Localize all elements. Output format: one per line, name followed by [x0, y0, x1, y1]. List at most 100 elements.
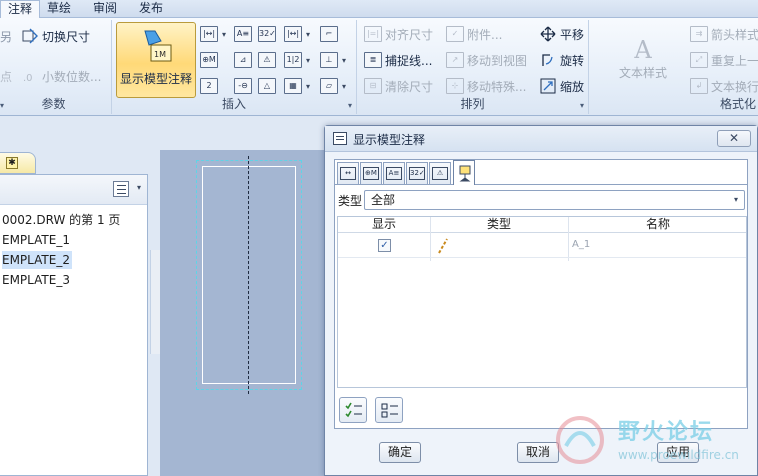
ordinate-dimension-icon: |↔|: [284, 26, 302, 42]
center-axis-line: [248, 156, 249, 394]
ordinate-baseline-button[interactable]: 1|2 ▾: [284, 50, 310, 70]
select-all-icon: [345, 402, 363, 423]
align-dimension-button[interactable]: |=| 对齐尺寸: [364, 24, 433, 44]
apply-button[interactable]: 应用: [657, 442, 699, 463]
chevron-down-icon[interactable]: ▾: [137, 183, 141, 192]
text-wrap-icon: ↲: [690, 78, 708, 94]
rotate-button[interactable]: 旋转: [540, 50, 584, 70]
move-special-icon: ⊹: [446, 78, 464, 94]
tree-item-template-1[interactable]: EMPLATE_1: [2, 231, 70, 249]
tab-geometric-tolerances[interactable]: ⊕M: [360, 162, 382, 184]
tab-symbols[interactable]: ⚠: [429, 162, 451, 184]
surface-finish-icon: 32✓: [258, 26, 276, 42]
datum-feature-button[interactable]: ⊿: [234, 50, 255, 70]
arrow-style-icon: ⇉: [690, 26, 708, 42]
svg-text:.0: .0: [23, 73, 33, 84]
capture-lines-button[interactable]: ≣ 捕捉线...: [364, 50, 432, 70]
geometric-tolerance-button[interactable]: ⊕M: [200, 50, 221, 70]
show-model-annotations-button[interactable]: 1M 显示模型注释: [116, 22, 196, 98]
tab-annotate[interactable]: 注释: [0, 0, 41, 19]
datum-axis-icon: [436, 238, 450, 254]
cancel-button[interactable]: 取消: [517, 442, 559, 463]
ok-button[interactable]: 确定: [379, 442, 421, 463]
datum-feature-icon: ⊿: [234, 52, 252, 68]
dialog-title: 显示模型注释: [353, 133, 426, 147]
clear-dimension-button[interactable]: ⊟ 清除尺寸: [364, 76, 433, 96]
ordinate-baseline-icon: 1|2: [284, 52, 302, 68]
toggle-dimension-button[interactable]: 另 切换尺寸: [0, 26, 90, 46]
show-checkbox[interactable]: ✓: [378, 239, 391, 252]
balloon-button[interactable]: 2: [200, 76, 221, 96]
text-style-label: 文本样式: [618, 66, 667, 80]
geometric-tolerance-tab-icon: ⊕M: [363, 167, 379, 180]
dialog-body: ↔ ⊕M A≡ 32✓ ⚠ 类型 全部 ▾ 显示 类型 名称 ✓ A_1: [334, 159, 748, 429]
geometric-tolerance-icon: ⊕M: [200, 52, 218, 68]
column-header-name[interactable]: 名称: [568, 217, 748, 233]
table-row[interactable]: ✓ A_1: [338, 234, 746, 258]
note-icon: A≡: [234, 26, 252, 42]
drawing-view[interactable]: [202, 166, 296, 384]
annotation-name: A_1: [572, 239, 591, 250]
select-all-button[interactable]: [339, 397, 367, 423]
toggle-dimension-icon: [22, 28, 39, 44]
dimension-icon: |↔|: [200, 26, 218, 42]
note-button[interactable]: A≡: [234, 24, 255, 44]
panel-scrollbar[interactable]: [150, 250, 160, 354]
scale-button[interactable]: 缩放: [540, 76, 584, 96]
model-tree-header: ▾: [0, 175, 147, 205]
move-special-button[interactable]: ⊹ 移动特殊...: [446, 76, 526, 96]
tab-surface-finish[interactable]: 32✓: [406, 162, 428, 184]
ordinate-dimension-button[interactable]: |↔| ▾: [284, 24, 310, 44]
tab-dimensions[interactable]: ↔: [337, 162, 359, 184]
angle-dimension-button[interactable]: ⌐: [320, 24, 341, 44]
show-model-annotations-icon: 1M: [141, 29, 173, 67]
arrange-launcher-icon[interactable]: ▾: [580, 101, 584, 110]
align-dimension-label: 对齐尺寸: [385, 27, 434, 42]
column-header-type[interactable]: 类型: [430, 217, 568, 233]
leader-button[interactable]: ⊥ ▾: [320, 50, 346, 70]
tree-item-template-3[interactable]: EMPLATE_3: [2, 271, 70, 289]
text-style-button[interactable]: A 文本样式: [616, 36, 670, 86]
close-button[interactable]: ✕: [717, 130, 751, 147]
tree-item-sheet[interactable]: 0002.DRW 的第 1 页: [2, 211, 120, 229]
datum-target-button[interactable]: -⊖: [234, 76, 255, 96]
tree-settings-icon[interactable]: [113, 181, 129, 197]
rotate-icon: [540, 52, 556, 68]
attach-button[interactable]: ✓ 附件...: [446, 24, 502, 44]
tab-publish[interactable]: 发布: [132, 0, 170, 18]
table-button[interactable]: ▦ ▾: [284, 76, 310, 96]
tree-item-template-2[interactable]: EMPLATE_2: [2, 251, 72, 269]
deselect-all-button[interactable]: [375, 397, 403, 423]
tab-review[interactable]: 审阅: [86, 0, 124, 18]
sketch-region-button[interactable]: ▱ ▾: [320, 76, 346, 96]
pan-button[interactable]: 平移: [540, 24, 584, 44]
move-to-view-button[interactable]: ↗ 移动到视图: [446, 50, 527, 70]
angle-dimension-icon: ⌐: [320, 26, 338, 42]
rotate-label: 旋转: [560, 53, 585, 68]
decimal-places-button[interactable]: 点 .0 小数位数...: [0, 66, 101, 86]
tab-datums[interactable]: [453, 160, 475, 185]
pan-label: 平移: [560, 27, 585, 42]
surface-finish-button[interactable]: 32✓: [258, 24, 279, 44]
datum-target-icon: -⊖: [234, 78, 252, 94]
text-style-icon: A: [634, 36, 652, 64]
repeat-last-button[interactable]: ⤢ 重复上一: [690, 50, 758, 70]
symbol-button[interactable]: ⚠: [258, 50, 279, 70]
layer-tree-tab[interactable]: ✱: [0, 152, 36, 174]
column-header-show[interactable]: 显示: [338, 217, 430, 233]
clear-dimension-icon: ⊟: [364, 78, 382, 94]
dialog-titlebar[interactable]: 显示模型注释 ✕: [325, 126, 757, 152]
arrow-style-button[interactable]: ⇉ 箭头样式: [690, 24, 758, 44]
insert-launcher-icon[interactable]: ▾: [348, 101, 352, 110]
toggle-dimension-label: 切换尺寸: [42, 29, 91, 44]
annotation-table: 显示 类型 名称 ✓ A_1: [337, 216, 747, 388]
text-wrap-button[interactable]: ↲ 文本换行: [690, 76, 758, 96]
tab-notes[interactable]: A≡: [383, 162, 405, 184]
group-arrange-label: 排列: [460, 97, 485, 111]
type-select[interactable]: 全部 ▾: [364, 190, 745, 210]
dimension-button[interactable]: |↔| ▾: [200, 24, 226, 44]
group-params-label: 参数: [41, 97, 66, 111]
group-params: 另 切换尺寸 点 .0 小数位数... ▾ 参数: [0, 20, 112, 114]
tab-sketch[interactable]: 草绘: [40, 0, 78, 18]
weld-symbol-button[interactable]: △: [258, 76, 279, 96]
